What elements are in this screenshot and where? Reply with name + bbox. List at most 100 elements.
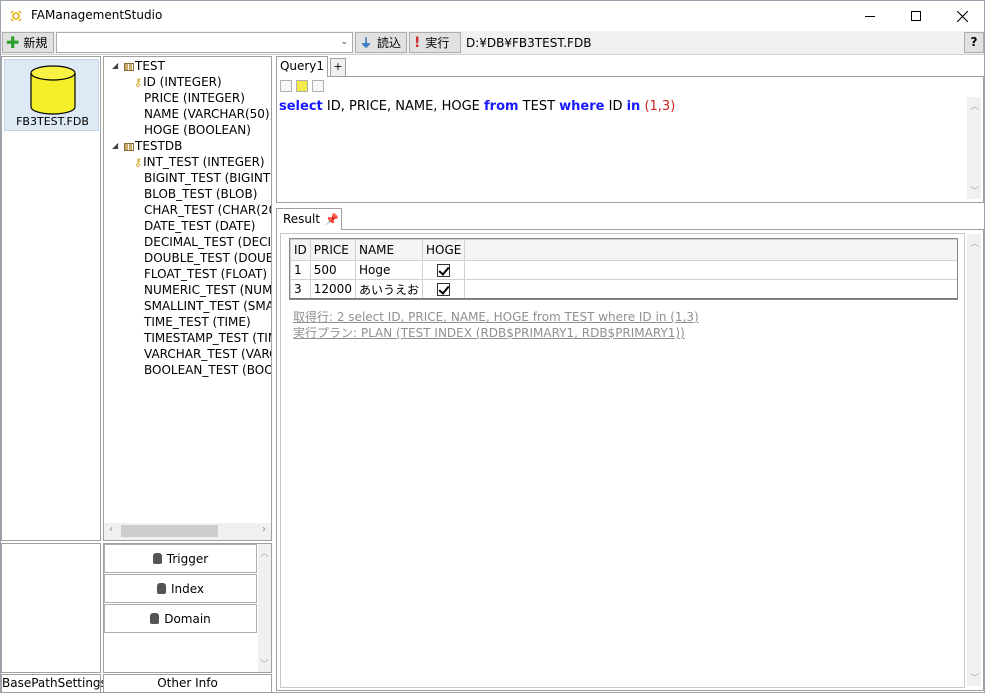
index-label: Index (170, 581, 205, 596)
checkbox-checked[interactable] (437, 283, 451, 296)
tree-column-label: BIGINT_TEST (BIGINT) (144, 171, 272, 185)
tree-column-node[interactable]: NAME (VARCHAR(50)) (144, 106, 271, 122)
tree-column-node[interactable]: NUMERIC_TEST (NUMEF (144, 282, 271, 298)
table-cell[interactable]: 3 (290, 279, 311, 299)
minimize-icon (865, 15, 875, 17)
table-row[interactable]: 3 12000 あいうえお (290, 279, 957, 299)
read-button-label: 読込 (377, 36, 402, 50)
scroll-thumb[interactable] (121, 525, 218, 537)
tree-column-node[interactable]: CHAR_TEST (CHAR(20)) (144, 202, 271, 218)
tree-column-label: VARCHAR_TEST (VARCH (144, 347, 271, 361)
result-tab-label: Result (283, 212, 321, 226)
database-item[interactable]: FB3TEST.FDB (4, 59, 99, 131)
table-cell[interactable]: あいうえお (354, 279, 423, 299)
read-button[interactable]: ⏚ 読込 (355, 32, 407, 53)
scroll-down-icon: ﹀ (260, 660, 270, 670)
scroll-down-icon: ﹀ (970, 674, 980, 684)
tree-column-node[interactable]: DATE_TEST (DATE) (144, 218, 255, 234)
tree-column-node[interactable]: TIMESTAMP_TEST (TIME (144, 330, 271, 346)
table-cell[interactable] (421, 260, 466, 280)
editor-scrollbar[interactable]: ︿ ﹀ (967, 97, 981, 199)
scroll-right-icon: › (262, 524, 266, 535)
tree-column-node[interactable]: BIGINT_TEST (BIGINT) (144, 170, 272, 186)
header-filler (464, 239, 957, 261)
tree-column-node[interactable]: BOOLEAN_TEST (BOOLE (144, 362, 271, 378)
column-header[interactable]: ID (290, 239, 311, 261)
table-cell[interactable]: 500 (309, 260, 356, 280)
tree-column-node[interactable]: HOGE (BOOLEAN) (144, 122, 251, 138)
tree-horizontal-scrollbar[interactable]: ‹ › (104, 523, 271, 540)
trigger-button[interactable]: Trigger (104, 544, 257, 573)
primary-key-icon: ⚷ (134, 76, 143, 89)
document-icon[interactable] (312, 80, 324, 92)
tree-column-node[interactable]: TIME_TEST (TIME) (144, 314, 251, 330)
index-button[interactable]: Index (104, 574, 257, 603)
column-header[interactable]: PRICE (309, 239, 356, 261)
database-select[interactable]: ⌄ (56, 32, 353, 53)
table-cell[interactable]: 1 (290, 260, 311, 280)
plus-icon: ✚ (6, 32, 20, 52)
primary-key-icon: ⚷ (134, 156, 143, 169)
new-button[interactable]: ✚ 新規 (2, 32, 54, 53)
table-cell[interactable]: 12000 (309, 279, 356, 299)
tree-column-node[interactable]: ⚷ID (INTEGER) (134, 74, 222, 90)
checkbox-checked[interactable] (437, 264, 451, 277)
tree-table-label: TESTDB (135, 139, 183, 153)
table-cell[interactable] (421, 279, 466, 299)
result-grid: ID PRICE NAME HOGE 1 500 Hoge 3 12000 あいうえお (289, 238, 958, 300)
pin-icon[interactable]: 📌 (325, 210, 339, 230)
close-icon (956, 10, 968, 22)
tree-column-node[interactable]: VARCHAR_TEST (VARCH (144, 346, 271, 362)
tree-column-node[interactable]: DECIMAL_TEST (DECIMA (144, 234, 271, 250)
scroll-up-icon: ︿ (970, 239, 980, 249)
tree-column-node[interactable]: FLOAT_TEST (FLOAT) (144, 266, 267, 282)
database-icon (152, 553, 162, 564)
tree-table-node[interactable]: ◢ TESTDB (112, 138, 182, 154)
tree-column-label: PRICE (INTEGER) (144, 91, 245, 105)
comment-icon[interactable] (280, 80, 292, 92)
tree-column-node[interactable]: PRICE (INTEGER) (144, 90, 245, 106)
column-header[interactable]: NAME (354, 239, 423, 261)
sql-keyword: select (279, 99, 323, 114)
tree-column-node[interactable]: DOUBLE_TEST (DOUBLE (144, 250, 271, 266)
format-icon[interactable] (296, 80, 308, 92)
tree-column-label: SMALLINT_TEST (SMALL (144, 299, 271, 313)
other-info-scrollbar[interactable]: ︿ ﹀ (258, 544, 271, 672)
result-scroll-area: ID PRICE NAME HOGE 1 500 Hoge 3 12000 あいうえお 取得行:… (280, 233, 965, 688)
plan-info-link[interactable]: 実行プラン: PLAN (TEST INDEX (RDB$PRIMARY1, R… (293, 324, 685, 341)
minimize-button[interactable] (847, 1, 893, 31)
column-header[interactable]: HOGE (421, 239, 466, 261)
close-button[interactable] (939, 1, 985, 31)
expand-triangle-icon[interactable]: ◢ (112, 58, 118, 74)
expand-triangle-icon[interactable]: ◢ (112, 138, 118, 154)
domain-button[interactable]: Domain (104, 604, 257, 633)
tree-table-node[interactable]: ◢ TEST (112, 58, 165, 74)
run-button-label: 実行 (425, 36, 450, 50)
table-row[interactable]: 1 500 Hoge (290, 260, 957, 280)
sql-text: ID (604, 99, 627, 114)
query-editor-panel: select ID, PRICE, NAME, HOGE from TEST w… (276, 76, 984, 203)
add-query-tab-button[interactable]: + (330, 58, 346, 76)
table-icon (124, 142, 134, 151)
window-title: FAManagementStudio (31, 8, 163, 22)
title-bar: FAManagementStudio (1, 1, 984, 31)
tree-column-node[interactable]: BLOB_TEST (BLOB) (144, 186, 257, 202)
tree-column-node[interactable]: ⚷INT_TEST (INTEGER) (134, 154, 265, 170)
scroll-up-icon: ︿ (260, 549, 270, 559)
tab-result[interactable]: Result 📌 (276, 208, 342, 230)
tab-other-info[interactable]: Other Info (103, 674, 272, 693)
fetch-info-link[interactable]: 取得行: 2 select ID, PRICE, NAME, HOGE from… (293, 308, 699, 325)
maximize-button[interactable] (893, 1, 939, 31)
tree-column-node[interactable]: SMALLINT_TEST (SMALL (144, 298, 271, 314)
table-cell[interactable]: Hoge (354, 260, 423, 280)
row-filler (464, 260, 957, 280)
tab-query1[interactable]: Query1 (276, 56, 328, 77)
scroll-left-icon: ‹ (109, 524, 113, 535)
tab-base-path-settings[interactable]: BasePathSettings (1, 674, 107, 693)
sql-editor[interactable]: select ID, PRICE, NAME, HOGE from TEST w… (279, 99, 675, 114)
result-scrollbar[interactable]: ︿ ﹀ (967, 234, 981, 686)
tree-column-label: FLOAT_TEST (FLOAT) (144, 267, 268, 281)
help-button[interactable]: ? (964, 32, 984, 53)
tree-column-label: BOOLEAN_TEST (BOOLE (144, 363, 271, 377)
run-button[interactable]: ! 実行 (409, 32, 461, 53)
